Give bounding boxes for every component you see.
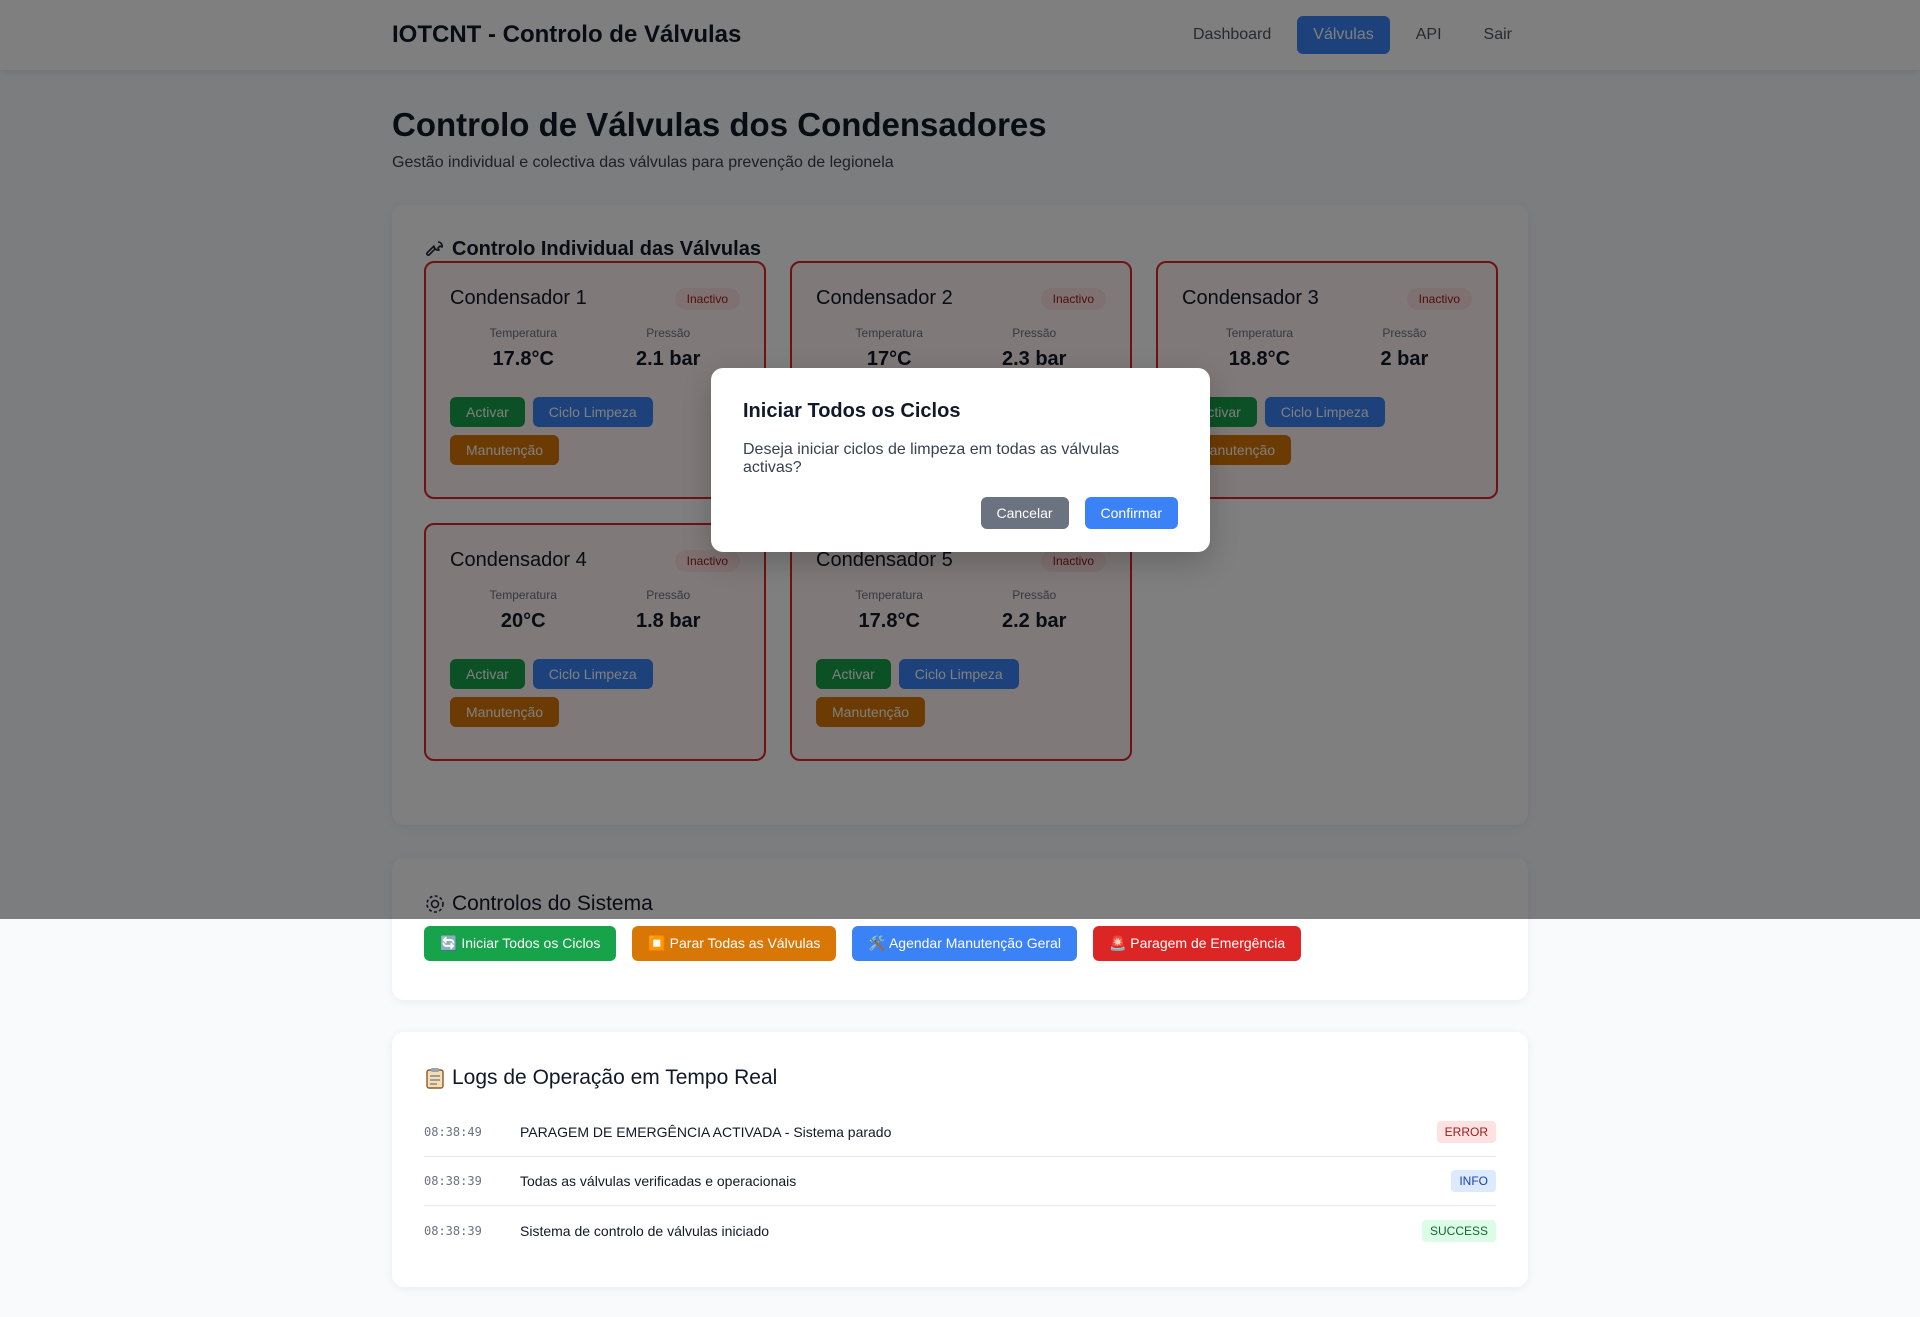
confirm-button[interactable]: Confirmar: [1084, 497, 1178, 529]
start-all-cycles-button[interactable]: 🔄 Iniciar Todos os Ciclos: [424, 926, 617, 961]
log-level-badge: SUCCESS: [1421, 1219, 1496, 1242]
log-list: 08:38:49 PARAGEM DE EMERGÊNCIA ACTIVADA …: [424, 1108, 1496, 1255]
log-time: 08:38:39: [424, 1174, 482, 1188]
log-entry: 08:38:39 Sistema de controlo de válvulas…: [424, 1206, 1496, 1255]
logs-card: Logs de Operação em Tempo Real 08:38:49 …: [392, 1032, 1528, 1287]
modal-message: Deseja iniciar ciclos de limpeza em toda…: [743, 441, 1120, 476]
log-time: 08:38:39: [424, 1223, 482, 1238]
log-entry: 08:38:39 Todas as válvulas verificadas e…: [424, 1157, 1496, 1206]
modal-title: Iniciar Todos os Ciclos: [743, 400, 961, 422]
logs-section-title: Logs de Operação em Tempo Real: [424, 1066, 1496, 1090]
schedule-maintenance-button[interactable]: 🛠️ Agendar Manutenção Geral: [852, 926, 1077, 961]
log-message: Todas as válvulas verificadas e operacio…: [520, 1173, 797, 1189]
modal-actions: Cancelar Confirmar: [743, 497, 1178, 529]
clipboard-icon: [424, 1067, 446, 1089]
log-entry: 08:38:49 PARAGEM DE EMERGÊNCIA ACTIVADA …: [424, 1108, 1496, 1157]
stop-all-valves-button[interactable]: ⏹️ Parar Todas as Válvulas: [632, 926, 837, 961]
log-level-badge: ERROR: [1436, 1121, 1496, 1143]
system-buttons: 🔄 Iniciar Todos os Ciclos ⏹️ Parar Todas…: [424, 926, 1496, 961]
emergency-stop-button[interactable]: 🚨 Paragem de Emergência: [1092, 926, 1302, 961]
log-message: PARAGEM DE EMERGÊNCIA ACTIVADA - Sistema…: [520, 1124, 892, 1140]
log-level-badge: INFO: [1451, 1170, 1496, 1192]
cancel-button[interactable]: Cancelar: [980, 497, 1069, 529]
log-time: 08:38:49: [424, 1125, 482, 1139]
confirm-modal: Iniciar Todos os Ciclos Deseja iniciar c…: [711, 368, 1210, 552]
logs-section-label: Logs de Operação em Tempo Real: [452, 1066, 778, 1089]
log-message: Sistema de controlo de válvulas iniciado: [520, 1222, 770, 1239]
